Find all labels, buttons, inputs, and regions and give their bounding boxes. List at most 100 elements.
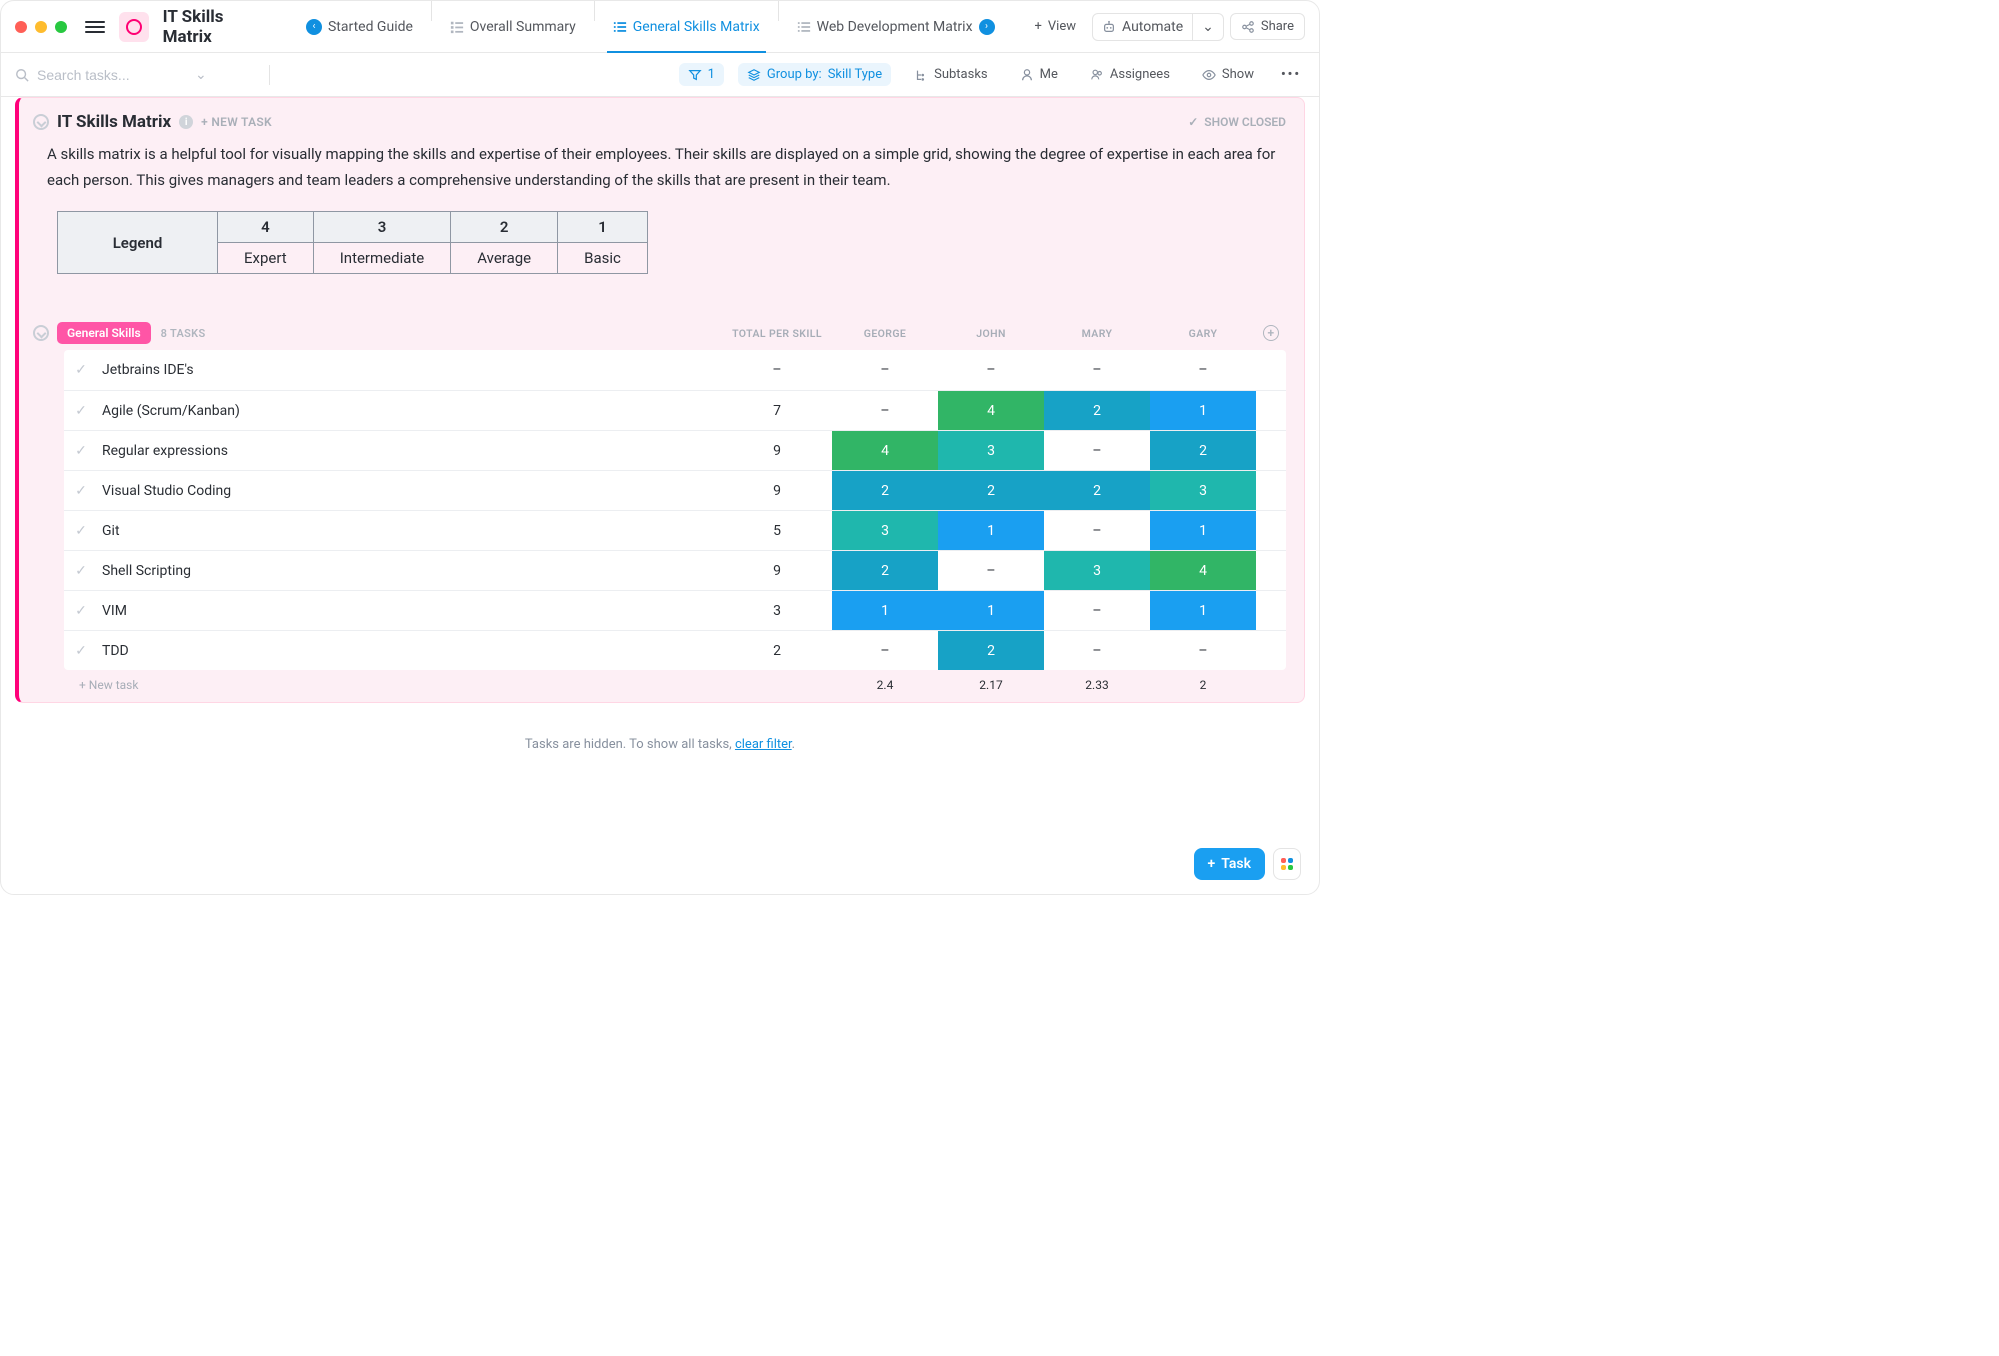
task-name[interactable]: Visual Studio Coding [98,471,722,510]
score-cell[interactable]: – [832,391,938,430]
section-collapse[interactable] [33,325,49,341]
new-task-fab[interactable]: + Task [1194,848,1265,880]
col-header[interactable]: MARY [1044,327,1150,340]
score-cell[interactable]: 3 [1044,551,1150,590]
add-column-button[interactable]: + [1256,325,1286,341]
score-cell[interactable]: – [1044,511,1150,550]
collapse-toggle[interactable] [33,114,49,130]
col-header[interactable]: JOHN [938,327,1044,340]
tab-web-development[interactable]: Web Development Matrix › [783,1,1009,52]
status-check-icon[interactable]: ✓ [64,391,98,430]
chevron-down-icon[interactable]: ⌄ [195,67,207,83]
task-name[interactable]: TDD [98,631,722,670]
close-window[interactable] [15,21,27,33]
spacer-cell [1256,511,1286,550]
share-button[interactable]: Share [1230,13,1305,40]
score-cell[interactable]: 2 [938,631,1044,670]
tab-overall-summary[interactable]: Overall Summary [436,1,590,52]
score-cell[interactable]: 3 [832,511,938,550]
search-input[interactable] [37,67,187,83]
score-cell[interactable]: – [832,631,938,670]
task-name[interactable]: Agile (Scrum/Kanban) [98,391,722,430]
show-toggle[interactable]: Show [1193,63,1263,86]
table-row[interactable]: ✓Jetbrains IDE's––––– [64,350,1286,390]
table-row[interactable]: ✓Shell Scripting92–34 [64,550,1286,590]
score-cell[interactable]: 3 [1150,471,1256,510]
maximize-window[interactable] [55,21,67,33]
nav-right-icon[interactable]: › [979,19,995,35]
score-cell[interactable]: 4 [938,391,1044,430]
score-cell[interactable]: – [1150,631,1256,670]
clear-filter-link[interactable]: clear filter [735,737,792,752]
me-toggle[interactable]: Me [1011,63,1067,86]
score-cell[interactable]: – [1150,350,1256,390]
task-name[interactable]: Jetbrains IDE's [98,350,722,390]
new-task-button[interactable]: + New task [79,678,138,692]
tab-started-guide[interactable]: ‹ Started Guide [292,1,427,52]
section-badge[interactable]: General Skills [57,322,151,344]
table-row[interactable]: ✓Agile (Scrum/Kanban)7–421 [64,390,1286,430]
status-check-icon[interactable]: ✓ [64,631,98,670]
score-cell[interactable]: 1 [832,591,938,630]
table-row[interactable]: ✓VIM311–1 [64,590,1286,630]
group-chip[interactable]: Group by: Skill Type [738,63,891,86]
task-name[interactable]: Git [98,511,722,550]
score-cell[interactable]: 4 [1150,551,1256,590]
chevron-down-icon[interactable]: ⌄ [1192,14,1223,40]
status-check-icon[interactable]: ✓ [64,551,98,590]
score-cell[interactable]: 2 [832,551,938,590]
score-cell[interactable]: 1 [938,591,1044,630]
score-cell[interactable]: – [1044,431,1150,470]
task-name[interactable]: Shell Scripting [98,551,722,590]
table-row[interactable]: ✓Git531–1 [64,510,1286,550]
score-cell[interactable]: 3 [938,431,1044,470]
search-box[interactable]: ⌄ [15,67,255,83]
assignees-toggle[interactable]: Assignees [1081,63,1179,86]
status-check-icon[interactable]: ✓ [64,591,98,630]
automate-button[interactable]: Automate ⌄ [1092,13,1224,41]
total-cell: 9 [722,551,832,590]
status-check-icon[interactable]: ✓ [64,511,98,550]
table-row[interactable]: ✓TDD2–2–– [64,630,1286,670]
tab-general-skills[interactable]: General Skills Matrix [599,1,774,52]
info-icon[interactable]: i [179,115,193,129]
minimize-window[interactable] [35,21,47,33]
col-header[interactable]: GEORGE [832,327,938,340]
score-cell[interactable]: – [1044,631,1150,670]
filter-chip[interactable]: 1 [679,63,724,86]
score-cell[interactable]: 1 [1150,591,1256,630]
workspace-logo[interactable] [119,12,149,42]
score-cell[interactable]: – [938,551,1044,590]
status-check-icon[interactable]: ✓ [64,431,98,470]
score-cell[interactable]: 1 [938,511,1044,550]
add-view-button[interactable]: + View [1025,14,1087,39]
score-cell[interactable]: 2 [938,471,1044,510]
new-task-link[interactable]: + NEW TASK [201,115,272,129]
show-closed-toggle[interactable]: ✓ SHOW CLOSED [1188,115,1286,129]
score-cell[interactable]: 4 [832,431,938,470]
subtasks-toggle[interactable]: Subtasks [905,63,997,86]
score-cell[interactable]: 2 [1150,431,1256,470]
score-cell[interactable]: – [832,350,938,390]
menu-icon[interactable] [85,21,105,33]
nav-left-icon[interactable]: ‹ [306,19,322,35]
apps-button[interactable] [1273,848,1301,880]
col-header-total[interactable]: TOTAL PER SKILL [722,327,832,340]
score-cell[interactable]: – [1044,350,1150,390]
score-cell[interactable]: 2 [1044,391,1150,430]
score-cell[interactable]: 2 [1044,471,1150,510]
score-cell[interactable]: – [1044,591,1150,630]
status-check-icon[interactable]: ✓ [64,350,98,390]
table-row[interactable]: ✓Visual Studio Coding92223 [64,470,1286,510]
column-headers: TOTAL PER SKILL GEORGE JOHN MARY GARY + [722,325,1286,341]
score-cell[interactable]: 1 [1150,391,1256,430]
task-name[interactable]: VIM [98,591,722,630]
col-header[interactable]: GARY [1150,327,1256,340]
table-row[interactable]: ✓Regular expressions943–2 [64,430,1286,470]
score-cell[interactable]: 2 [832,471,938,510]
score-cell[interactable]: – [938,350,1044,390]
score-cell[interactable]: 1 [1150,511,1256,550]
more-menu[interactable]: ••• [1277,63,1305,86]
task-name[interactable]: Regular expressions [98,431,722,470]
status-check-icon[interactable]: ✓ [64,471,98,510]
